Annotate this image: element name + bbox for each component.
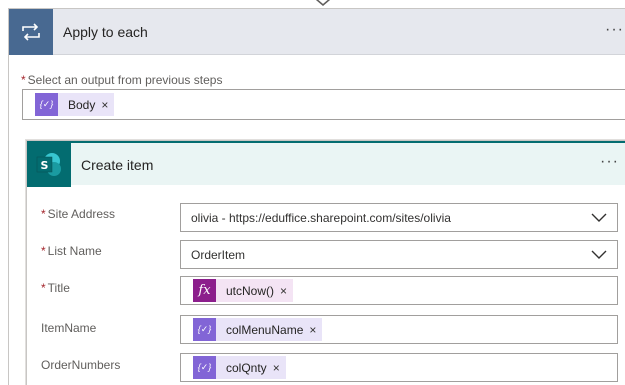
itemname-label: ItemName (41, 321, 97, 335)
site-address-dropdown[interactable]: olivia - https://eduffice.sharepoint.com… (180, 203, 618, 232)
create-item-header[interactable]: S Create item ··· (27, 141, 625, 187)
create-item-card: S Create item ··· * Site Address olivia -… (26, 140, 625, 385)
colmenuname-token[interactable]: {✓} colMenuName × (193, 318, 323, 341)
body-token-label: Body (68, 97, 96, 112)
utcnow-token[interactable]: fx utcNow() × (193, 279, 294, 302)
output-input[interactable]: {✓} Body × (22, 89, 625, 120)
required-mark: * (41, 244, 46, 258)
utcnow-token-remove-icon[interactable]: × (280, 284, 293, 298)
list-name-dropdown[interactable]: OrderItem (180, 240, 618, 269)
site-address-value: olivia - https://eduffice.sharepoint.com… (191, 211, 451, 225)
required-mark: * (41, 207, 46, 221)
chevron-down-icon[interactable] (591, 248, 607, 260)
loop-icon (9, 9, 53, 55)
colqnty-token-label: colQnty (226, 360, 267, 375)
colmenuname-token-remove-icon[interactable]: × (309, 323, 322, 337)
body-token[interactable]: {✓} Body × (35, 93, 115, 116)
create-item-more-icon[interactable]: ··· (600, 153, 619, 171)
output-label-text: Select an output from previous steps (27, 73, 223, 87)
chevron-down-icon[interactable] (591, 211, 607, 223)
sharepoint-letter: S (41, 159, 49, 172)
ordernumbers-input[interactable]: {✓} colQnty × (180, 353, 618, 382)
dynamic-content-icon: {✓} (193, 318, 216, 341)
colqnty-token[interactable]: {✓} colQnty × (193, 356, 286, 379)
ordernumbers-label: OrderNumbers (41, 358, 121, 372)
body-token-remove-icon[interactable]: × (101, 98, 114, 112)
site-address-label-text: Site Address (47, 207, 116, 221)
list-name-label-text: List Name (47, 244, 102, 258)
expression-icon: fx (193, 279, 216, 302)
connector-arrow-icon (315, 0, 331, 7)
title-label-text: Title (47, 281, 70, 295)
site-address-label: * Site Address (41, 207, 115, 221)
dynamic-content-icon: {✓} (193, 356, 216, 379)
apply-to-each-header[interactable]: Apply to each ··· (9, 9, 625, 55)
colqnty-token-remove-icon[interactable]: × (273, 361, 286, 375)
required-mark: * (41, 281, 46, 295)
colmenuname-token-label: colMenuName (226, 322, 304, 337)
dynamic-content-icon: {✓} (35, 93, 58, 116)
itemname-input[interactable]: {✓} colMenuName × (180, 315, 618, 344)
utcnow-token-label: utcNow() (226, 283, 275, 298)
title-label: * Title (41, 281, 70, 295)
list-name-value: OrderItem (191, 248, 246, 262)
list-name-label: * List Name (41, 244, 102, 258)
title-input[interactable]: fx utcNow() × (180, 276, 618, 305)
apply-to-each-card: Apply to each ··· * Select an output from… (8, 8, 625, 385)
apply-to-each-more-icon[interactable]: ··· (605, 21, 624, 39)
required-mark: * (21, 73, 26, 87)
apply-to-each-title[interactable]: Apply to each (63, 24, 148, 40)
sharepoint-icon: S (27, 143, 71, 187)
output-label: * Select an output from previous steps (21, 73, 222, 87)
create-item-title[interactable]: Create item (81, 157, 153, 173)
